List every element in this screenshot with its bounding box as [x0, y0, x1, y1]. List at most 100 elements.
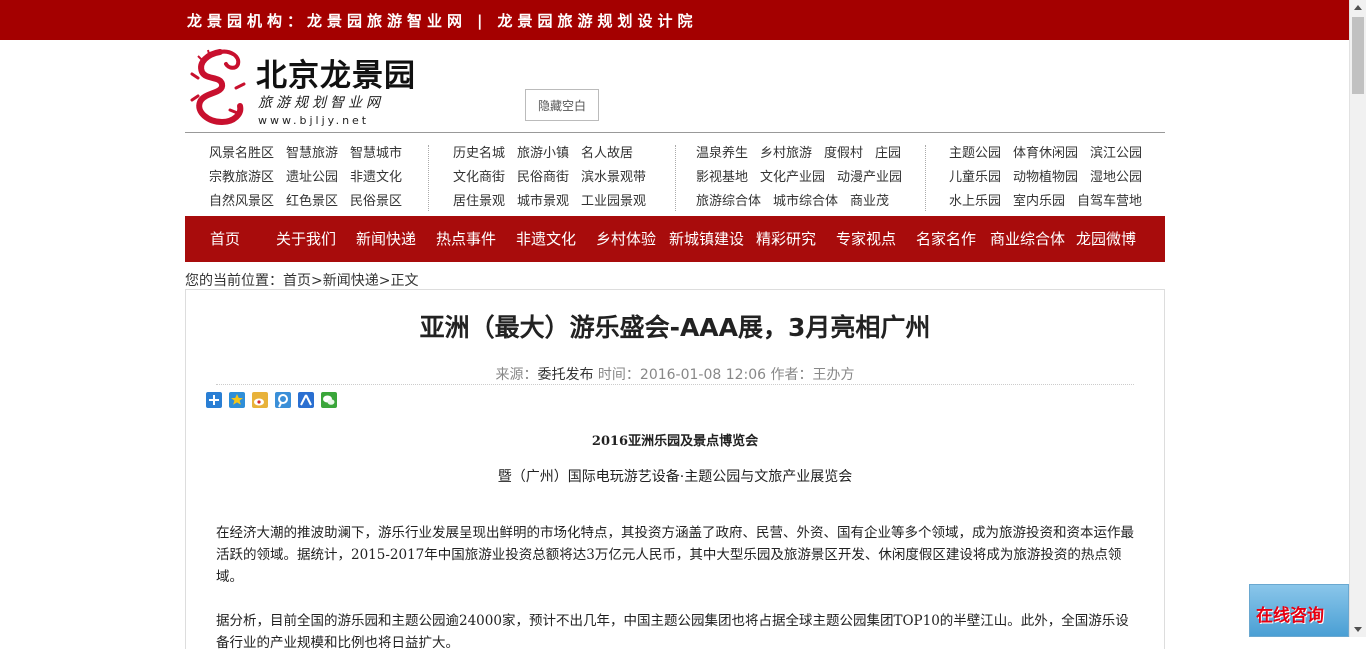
main-nav: 首页 关于我们 新闻快递 热点事件 非遗文化 乡村体验 新城镇建设 精彩研究 专… [185, 216, 1165, 262]
site-logo[interactable]: 北京龙景园 旅游规划智业网 www.bjljy.net [190, 48, 415, 128]
category-link[interactable]: 儿童乐园 [949, 170, 1001, 185]
category-nav: 风景名胜区 智慧旅游 智慧城市 宗教旅游区 遗址公园 非遗文化 自然风景区 红色景区 民俗景… [185, 143, 1165, 215]
category-link[interactable]: 历史名城 [453, 146, 505, 161]
article-paragraph: 据分析，目前全国的游乐园和主题公园逾24000家，预计不出几年，中国主题公园集团… [216, 613, 1129, 651]
category-link[interactable]: 滨水景观带 [581, 170, 646, 185]
site-link-zhiye[interactable]: 龙景园旅游智业网 [307, 12, 467, 30]
dragon-logo-icon [190, 49, 246, 126]
category-divider [428, 145, 429, 211]
article-heading: 2016亚洲乐园及景点博览会 [591, 434, 759, 449]
category-group: 风景名胜区 智慧旅游 智慧城市 宗教旅游区 遗址公园 非遗文化 自然风景区 红色景区 民俗景… [209, 143, 414, 215]
category-link[interactable]: 动物植物园 [1013, 170, 1078, 185]
category-divider [675, 145, 676, 211]
category-link[interactable]: 自驾车营地 [1077, 194, 1142, 209]
category-link[interactable]: 城市景观 [517, 194, 569, 209]
nav-item-weibo[interactable]: 龙园微博 [1076, 216, 1136, 262]
article: 亚洲（最大）游乐盛会-AAA展，3月亮相广州 来源：委托发布 时间：2016-0… [185, 289, 1165, 651]
online-consult-button[interactable]: 在线咨询 [1249, 584, 1349, 637]
nav-item-commercial[interactable]: 商业综合体 [990, 216, 1065, 262]
breadcrumb-separator: > [378, 273, 391, 289]
category-link[interactable]: 遗址公园 [286, 170, 338, 185]
category-divider [925, 145, 926, 211]
category-link[interactable]: 红色景区 [286, 194, 338, 209]
site-header: 北京龙景园 旅游规划智业网 www.bjljy.net 隐藏空白 [185, 40, 1165, 133]
article-title: 亚洲（最大）游乐盛会-AAA展，3月亮相广州 [419, 313, 931, 342]
category-link[interactable]: 智慧城市 [350, 146, 402, 161]
nav-item-home[interactable]: 首页 [210, 216, 240, 262]
hide-blank-button[interactable]: 隐藏空白 [525, 89, 599, 121]
category-link[interactable]: 水上乐园 [949, 194, 1001, 209]
article-paragraph: 在经济大潮的推波助澜下，游乐行业发展呈现出鲜明的市场化特点，其投资方涵盖了政府、… [216, 525, 1134, 585]
category-group: 主题公园 体育休闲园 滨江公园 儿童乐园 动物植物园 湿地公园 水上乐园 室内乐园 自驾车营… [949, 143, 1154, 215]
org-links: 龙景园机构：龙景园旅游智业网 | 龙景园旅游规划设计院 [187, 10, 698, 31]
category-link[interactable]: 城市综合体 [773, 194, 838, 209]
article-subheading: 暨（广州）国际电玩游艺设备·主题公园与文旅产业展览会 [497, 469, 853, 485]
category-link[interactable]: 旅游小镇 [517, 146, 569, 161]
site-link-design-institute[interactable]: 龙景园旅游规划设计院 [498, 12, 698, 30]
source-label: 来源： [495, 367, 538, 383]
meta-time-author: 时间：2016-01-08 12:06 作者：王办方 [593, 367, 855, 383]
category-link[interactable]: 影视基地 [696, 170, 748, 185]
nav-item-research[interactable]: 精彩研究 [756, 216, 816, 262]
category-link[interactable]: 居住景观 [453, 194, 505, 209]
nav-item-new-town[interactable]: 新城镇建设 [669, 216, 744, 262]
breadcrumb-separator: > [311, 273, 323, 289]
breadcrumb-current: 正文 [390, 273, 419, 289]
breadcrumb: 您的当前位置：首页>新闻快递>正文 [185, 270, 418, 290]
category-link[interactable]: 体育休闲园 [1013, 146, 1078, 161]
weibo-icon[interactable] [252, 392, 268, 408]
meta-divider [216, 384, 1134, 385]
nav-item-heritage[interactable]: 非遗文化 [516, 216, 576, 262]
qzone-star-icon[interactable] [229, 392, 245, 408]
wechat-icon[interactable] [321, 392, 337, 408]
category-link[interactable]: 动漫产业园 [837, 170, 902, 185]
category-link[interactable]: 文化产业园 [760, 170, 825, 185]
vertical-scrollbar[interactable] [1349, 0, 1366, 637]
logo-title: 北京龙景园 [256, 58, 416, 94]
category-link[interactable]: 度假村 [824, 146, 863, 161]
nav-item-about[interactable]: 关于我们 [276, 216, 336, 262]
online-consult-label: 在线咨询 [1256, 606, 1324, 626]
category-link[interactable]: 旅游综合体 [696, 194, 761, 209]
org-label: 龙景园机构： [187, 12, 308, 30]
nav-item-rural[interactable]: 乡村体验 [596, 216, 656, 262]
category-link[interactable]: 宗教旅游区 [209, 170, 274, 185]
share-more-icon[interactable] [206, 392, 222, 408]
nav-item-hot-events[interactable]: 热点事件 [436, 216, 496, 262]
logo-subtitle: 旅游规划智业网 [258, 95, 384, 111]
breadcrumb-section[interactable]: 新闻快递 [323, 273, 379, 289]
category-link[interactable]: 工业园景观 [581, 194, 646, 209]
category-link[interactable]: 民俗商街 [517, 170, 569, 185]
scroll-thumb[interactable] [1352, 17, 1364, 94]
category-link[interactable]: 滨江公园 [1090, 146, 1142, 161]
renren-icon[interactable] [298, 392, 314, 408]
scroll-up-arrow-icon[interactable] [1354, 5, 1362, 10]
category-link[interactable]: 民俗景区 [350, 194, 402, 209]
category-link[interactable]: 风景名胜区 [209, 146, 274, 161]
category-link[interactable]: 智慧旅游 [286, 146, 338, 161]
nav-item-masterworks[interactable]: 名家名作 [916, 216, 976, 262]
category-link[interactable]: 自然风景区 [209, 194, 274, 209]
category-link[interactable]: 文化商街 [453, 170, 505, 185]
scroll-down-arrow-icon[interactable] [1354, 627, 1362, 632]
nav-item-expert[interactable]: 专家视点 [836, 216, 896, 262]
category-link[interactable]: 商业茂 [850, 194, 889, 209]
category-link[interactable]: 非遗文化 [350, 170, 402, 185]
breadcrumb-prefix: 您的当前位置： [185, 273, 283, 289]
top-banner: 龙景园机构：龙景园旅游智业网 | 龙景园旅游规划设计院 [0, 0, 1349, 40]
nav-item-news[interactable]: 新闻快递 [356, 216, 416, 262]
tencent-weibo-icon[interactable] [275, 392, 291, 408]
breadcrumb-home[interactable]: 首页 [283, 273, 311, 289]
category-link[interactable]: 温泉养生 [696, 146, 748, 161]
category-link[interactable]: 主题公园 [949, 146, 1001, 161]
category-link[interactable]: 室内乐园 [1013, 194, 1065, 209]
topbar-separator: | [477, 12, 488, 30]
category-group: 温泉养生 乡村旅游 度假村 庄园 影视基地 文化产业园 动漫产业园 旅游综合体 城市综合体商… [696, 143, 914, 215]
source-link[interactable]: 委托发布 [537, 367, 593, 383]
category-link[interactable]: 湿地公园 [1090, 170, 1142, 185]
category-link[interactable]: 乡村旅游 [760, 146, 812, 161]
category-link[interactable]: 庄园 [875, 146, 901, 161]
logo-url: www.bjljy.net [258, 114, 370, 127]
category-link[interactable]: 名人故居 [581, 146, 633, 161]
article-meta: 来源：委托发布 时间：2016-01-08 12:06 作者：王办方 [186, 364, 1164, 384]
